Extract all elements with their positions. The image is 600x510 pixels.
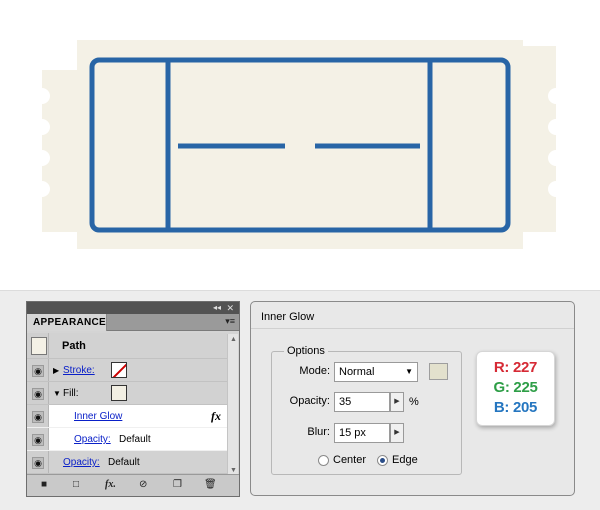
red-value: R: 227 (493, 359, 538, 376)
fill-swatch[interactable] (111, 385, 127, 401)
visibility-eye-icon[interactable]: ◉ (32, 434, 44, 446)
opacity-stepper-icon[interactable]: ▶ (390, 392, 404, 412)
center-radio-label[interactable]: Center (333, 454, 366, 466)
ticket-artwork (42, 40, 556, 249)
expand-triangle-icon[interactable]: ▶ (53, 366, 59, 375)
scroll-down-icon[interactable]: ▼ (230, 467, 237, 474)
path-thumbnail (31, 337, 47, 355)
blur-stepper-icon[interactable]: ▶ (390, 423, 404, 443)
visibility-eye-icon[interactable]: ◉ (32, 365, 44, 377)
fx-icon: fx (211, 409, 221, 423)
panel-bottom-toolbar: ■ □ fx. ⊘ ❐ 🗑 (27, 474, 239, 496)
stroke-swatch[interactable] (111, 362, 127, 378)
visibility-eye-icon[interactable]: ◉ (32, 457, 44, 469)
artboard-canvas (0, 0, 600, 291)
thumbnail-column (27, 333, 49, 358)
blue-value: B: 205 (493, 399, 538, 416)
clear-appearance-icon[interactable]: ⊘ (139, 479, 147, 490)
panel-titlebar[interactable]: ◂◂ ✕ (27, 302, 239, 314)
blur-label: Blur: (307, 426, 330, 438)
blur-value: 15 px (339, 427, 366, 439)
stroke-link[interactable]: Stroke: (63, 365, 95, 376)
opacity-label: Opacity: (289, 395, 330, 407)
eye-column: ◉ (27, 428, 49, 450)
options-legend: Options (284, 345, 328, 357)
add-effect-fx-icon[interactable]: fx. (105, 479, 116, 490)
path-opacity-link[interactable]: Opacity: (63, 457, 100, 468)
eye-column: ◉ (27, 451, 49, 473)
add-fill-icon[interactable]: □ (73, 479, 79, 490)
scroll-up-icon[interactable]: ▲ (230, 336, 237, 343)
green-value: G: 225 (493, 379, 538, 396)
mode-select[interactable]: Normal ▼ (334, 362, 418, 382)
collapse-triangle-icon[interactable]: ▼ (53, 389, 61, 398)
inner-glow-link[interactable]: Inner Glow (74, 411, 122, 422)
duplicate-item-icon[interactable]: ❐ (173, 479, 182, 490)
path-opacity-row[interactable]: ◉ Opacity: Default (27, 451, 227, 474)
eye-column: ◉ (27, 359, 49, 381)
panel-scrollbar[interactable]: ▲ ▼ (227, 334, 238, 476)
appearance-panel: ◂◂ ✕ APPEARANCE ▾≡ Path ◉ ▶ Stroke: ◉ ▼ … (26, 301, 240, 497)
edge-radio[interactable] (377, 455, 388, 466)
eye-column: ◉ (27, 405, 49, 427)
chevron-down-icon: ▼ (405, 367, 413, 376)
title-separator (251, 328, 574, 329)
center-radio[interactable] (318, 455, 329, 466)
stroke-row[interactable]: ◉ ▶ Stroke: (27, 359, 227, 382)
fill-row[interactable]: ◉ ▼ Fill: (27, 382, 227, 405)
trash-icon[interactable]: 🗑 (204, 479, 217, 490)
visibility-eye-icon[interactable]: ◉ (32, 388, 44, 400)
path-label: Path (62, 340, 86, 352)
fill-label: Fill: (63, 388, 79, 399)
opacity-unit: % (409, 396, 419, 408)
blur-input[interactable]: 15 px (334, 423, 390, 443)
none-slash-icon (112, 363, 126, 377)
edge-radio-label[interactable]: Edge (392, 454, 418, 466)
panel-tab-row: APPEARANCE ▾≡ (27, 314, 239, 331)
path-row[interactable]: Path (27, 333, 227, 359)
dialog-title: Inner Glow (261, 311, 315, 323)
rgb-value-card: R: 227 G: 225 B: 205 (476, 351, 555, 426)
close-panel-icon[interactable]: ✕ (226, 302, 234, 314)
visibility-eye-icon[interactable]: ◉ (32, 411, 44, 423)
inner-glow-row[interactable]: ◉ Inner Glow fx (27, 405, 227, 428)
panel-menu-icon[interactable]: ▾≡ (225, 316, 235, 327)
add-stroke-icon[interactable]: ■ (41, 479, 47, 490)
glow-color-swatch[interactable] (429, 363, 448, 380)
appearance-rows: Path ◉ ▶ Stroke: ◉ ▼ Fill: ◉ Inner Glow … (27, 333, 227, 474)
fill-opacity-link[interactable]: Opacity: (74, 434, 111, 445)
fill-opacity-row[interactable]: ◉ Opacity: Default (27, 428, 227, 451)
eye-column: ◉ (27, 382, 49, 404)
collapse-panel-icon[interactable]: ◂◂ (213, 302, 221, 314)
path-opacity-value: Default (108, 457, 140, 468)
opacity-value: 35 (339, 396, 352, 408)
mode-value: Normal (339, 366, 375, 378)
ticket-shape (42, 40, 556, 249)
fill-opacity-value: Default (119, 434, 151, 445)
tab-appearance[interactable]: APPEARANCE (27, 314, 107, 331)
mode-label: Mode: (299, 365, 330, 377)
opacity-input[interactable]: 35 (334, 392, 390, 412)
